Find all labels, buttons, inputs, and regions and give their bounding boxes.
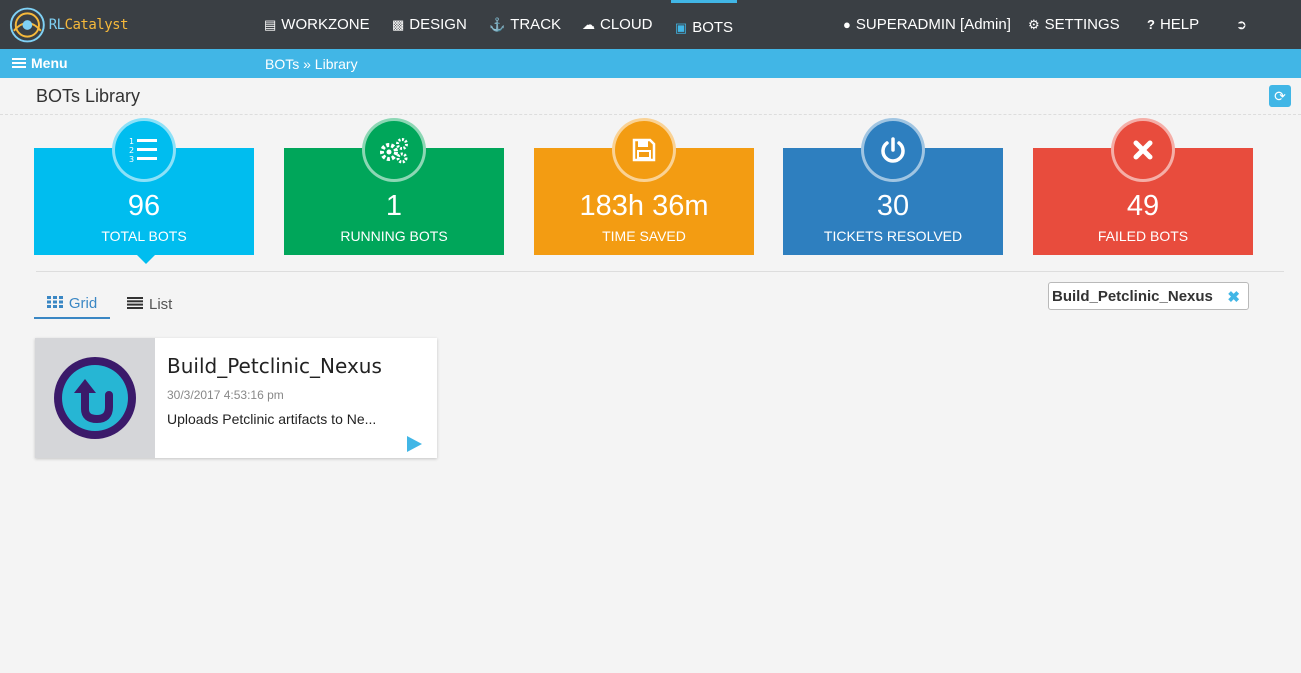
tab-list-label: List: [149, 295, 173, 313]
tab-grid-label: Grid: [68, 294, 98, 312]
stat-card-failed-bots[interactable]: 49 FAILED BOTS: [1033, 118, 1253, 255]
stat-value: 49: [1126, 190, 1160, 222]
nav-design-label: DESIGN: [409, 16, 467, 33]
stat-card-running-bots[interactable]: 1 RUNNING BOTS: [284, 118, 504, 255]
user-label: SUPERADMIN [Admin]: [855, 16, 1011, 33]
nav-bots-label: BOTS: [692, 19, 734, 36]
hamburger-icon: [12, 56, 26, 70]
section-divider: [36, 271, 1284, 272]
filter-value: Build_Petclinic_Nexus: [1052, 287, 1213, 305]
stat-card-tickets-resolved[interactable]: 30 TICKETS RESOLVED: [783, 118, 1003, 255]
bot-description: Uploads Petclinic artifacts to Ne...: [167, 411, 377, 427]
grid-icon: [46, 295, 63, 312]
svg-text:3: 3: [129, 155, 134, 164]
bot-thumbnail: [35, 338, 155, 458]
user-icon: ●: [843, 17, 851, 32]
workzone-icon: ▤: [264, 17, 277, 32]
question-icon: ?: [1147, 17, 1155, 32]
cloud-icon: ☁: [582, 17, 595, 32]
settings-label: SETTINGS: [1044, 16, 1120, 33]
svg-text:2: 2: [129, 146, 134, 155]
play-icon[interactable]: [407, 436, 422, 452]
stat-value: 1: [385, 190, 403, 222]
gears-icon: [362, 118, 426, 182]
stat-card-time-saved[interactable]: 183h 36m TIME SAVED: [534, 118, 754, 255]
sub-header: Menu BOTs » Library: [0, 49, 1301, 78]
list-icon: [127, 296, 143, 313]
user-menu[interactable]: ● SUPERADMIN [Admin]: [843, 0, 1011, 49]
stat-value: 183h 36m: [579, 190, 709, 222]
bot-date: 30/3/2017 4:53:16 pm: [167, 388, 284, 402]
bot-filter-chip[interactable]: Build_Petclinic_Nexus ✖: [1048, 282, 1249, 310]
close-icon: [1111, 118, 1175, 182]
tab-grid[interactable]: Grid: [34, 289, 110, 319]
nav-settings[interactable]: ⚙ SETTINGS: [1028, 0, 1120, 49]
gear-icon: ⚙: [1028, 17, 1040, 32]
bot-card[interactable]: Build_Petclinic_Nexus 30/3/2017 4:53:16 …: [35, 338, 437, 458]
nav-help[interactable]: ? HELP: [1147, 0, 1199, 49]
nav-workzone[interactable]: ▤ WORKZONE: [264, 0, 370, 49]
tab-list[interactable]: List: [127, 289, 172, 319]
svg-text:1: 1: [129, 137, 134, 146]
stat-label: FAILED BOTS: [1097, 228, 1189, 244]
nav-track-label: TRACK: [510, 16, 562, 33]
upload-bot-icon: [54, 357, 136, 439]
menu-label: Menu: [31, 55, 68, 71]
title-divider: [0, 114, 1301, 115]
sign-out-icon: ➲: [1236, 17, 1247, 32]
anchor-icon: ⚓: [489, 17, 506, 32]
stat-value: 96: [127, 190, 161, 222]
stat-label: TICKETS RESOLVED: [823, 228, 963, 244]
clear-filter-icon[interactable]: ✖: [1227, 288, 1240, 306]
stat-card-total-bots[interactable]: 1 2 3 96 TOTAL BOTS: [34, 118, 254, 264]
menu-button[interactable]: Menu: [12, 55, 68, 71]
breadcrumb: BOTs » Library: [265, 56, 358, 72]
floppy-disk-icon: [612, 118, 676, 182]
nav-bots[interactable]: ▣ BOTS: [671, 0, 737, 49]
stat-label: TOTAL BOTS: [101, 228, 187, 244]
numbered-list-icon: 1 2 3: [112, 118, 176, 182]
refresh-icon: ⟳: [1274, 87, 1286, 104]
page-title: BOTs Library: [36, 86, 141, 106]
power-icon: [861, 118, 925, 182]
app-logo[interactable]: RLCatalyst: [8, 5, 129, 45]
logo-text: RLCatalyst: [48, 17, 129, 33]
catalyst-logo-icon: [9, 7, 45, 43]
nav-workzone-label: WORKZONE: [281, 16, 370, 33]
stat-label: TIME SAVED: [602, 228, 686, 244]
stat-label: RUNNING BOTS: [340, 228, 448, 244]
selected-arrow: [137, 255, 155, 264]
nav-cloud-label: CLOUD: [600, 16, 653, 33]
help-label: HELP: [1159, 16, 1200, 33]
bot-name: Build_Petclinic_Nexus: [167, 354, 382, 378]
nav-design[interactable]: ▩ DESIGN: [392, 0, 467, 49]
nav-cloud[interactable]: ☁ CLOUD: [582, 0, 653, 49]
refresh-button[interactable]: ⟳: [1269, 85, 1291, 107]
nav-track[interactable]: ⚓ TRACK: [489, 0, 561, 49]
design-icon: ▩: [392, 17, 405, 32]
top-navbar: RLCatalyst ▤ WORKZONE ▩ DESIGN ⚓ TRACK ☁…: [0, 0, 1301, 49]
stat-value: 30: [876, 190, 910, 222]
logout-button[interactable]: ➲: [1236, 0, 1252, 49]
bots-icon: ▣: [674, 20, 688, 35]
